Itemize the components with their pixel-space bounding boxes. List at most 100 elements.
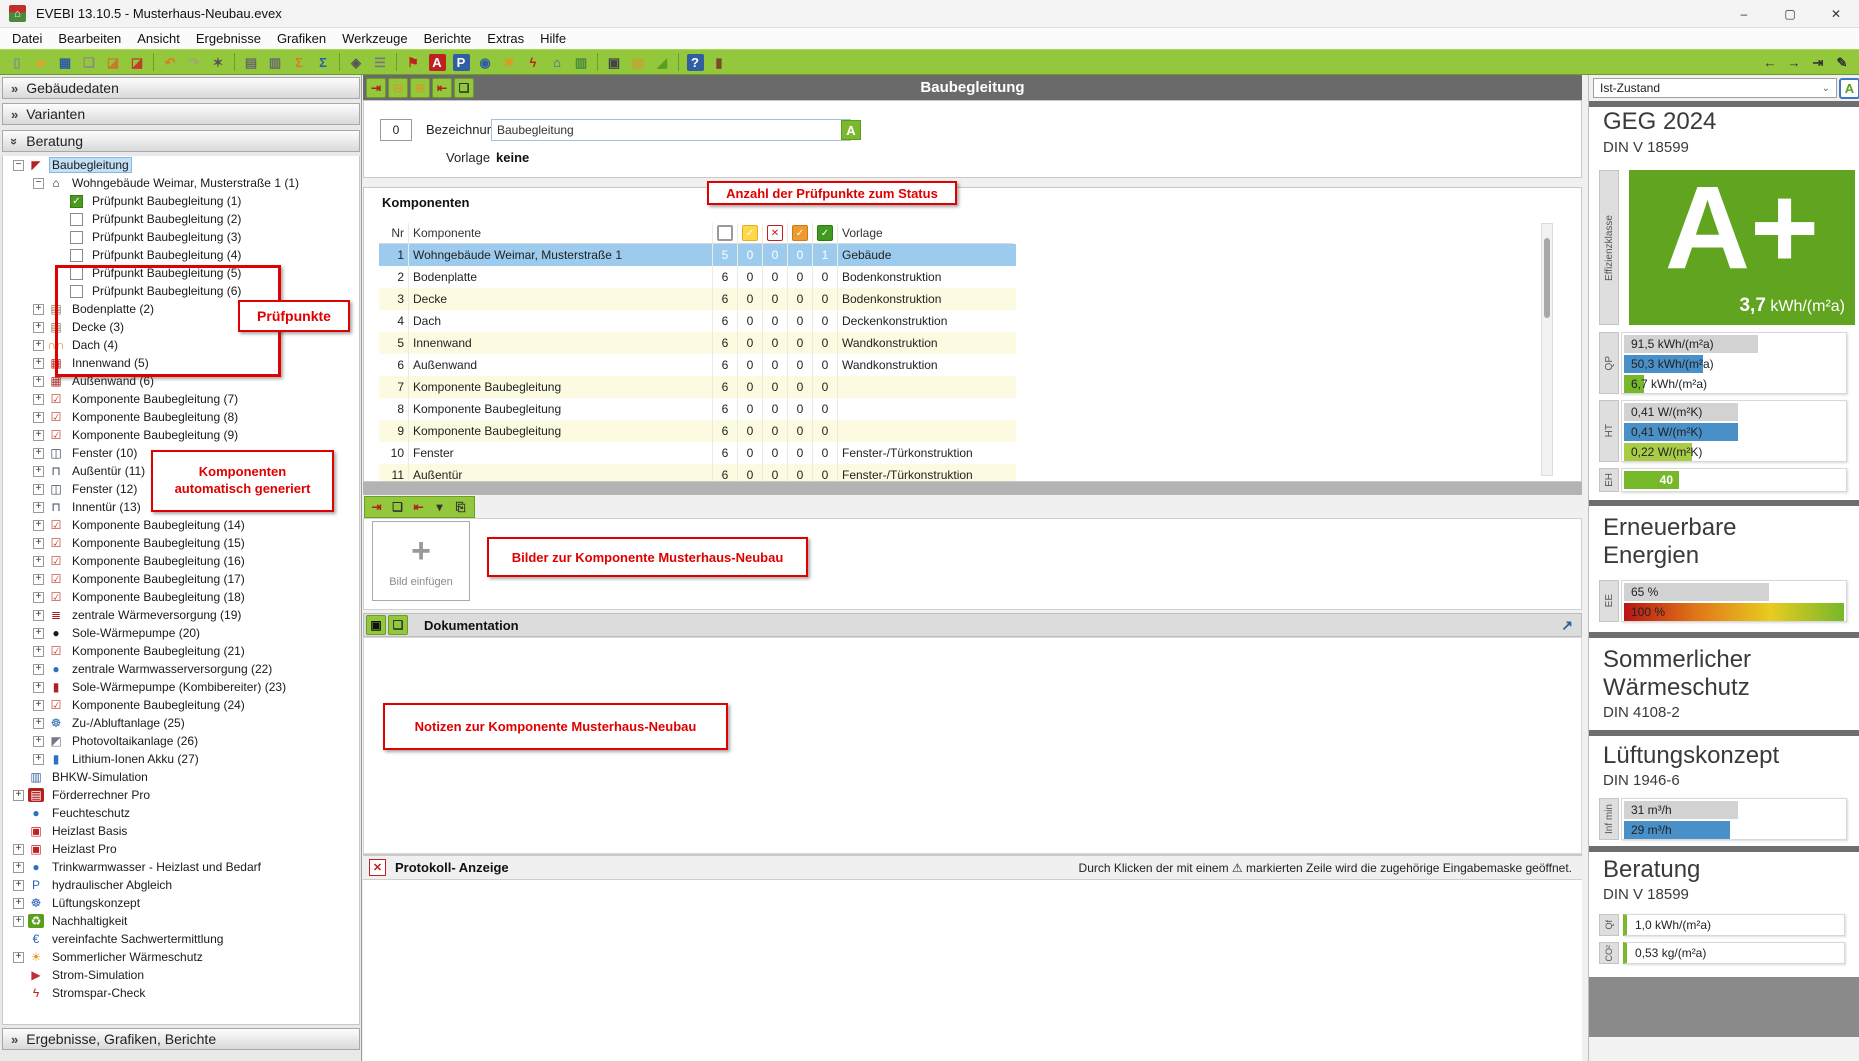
table-scrollbar[interactable] — [1541, 223, 1553, 476]
number-field[interactable]: 0 — [380, 119, 412, 141]
expander-icon[interactable] — [33, 718, 44, 729]
expander-icon[interactable] — [33, 376, 44, 387]
menu-item[interactable]: Ergebnisse — [188, 29, 269, 48]
bezeichnung-input[interactable] — [491, 119, 851, 141]
scrollbar-thumb[interactable] — [1544, 238, 1550, 318]
tree-item[interactable]: ♻ Nachhaltigkeit — [3, 912, 359, 930]
expander-icon[interactable] — [33, 538, 44, 549]
tree-item[interactable]: ▣ Heizlast Pro — [3, 840, 359, 858]
auto-name-button[interactable]: A — [841, 120, 861, 140]
redo-icon[interactable]: ↷ — [183, 51, 205, 73]
insert-component-icon[interactable]: ⇥ — [366, 78, 386, 98]
tree-item[interactable]: ▮ Sole-Wärmepumpe (Kombibereiter) (23) — [3, 678, 359, 696]
export-data-icon[interactable]: ⊟ — [388, 78, 408, 98]
sidebar-section-beratung[interactable]: » Beratung — [2, 130, 360, 152]
wizard-icon[interactable]: ✶ — [207, 51, 229, 73]
expander-icon[interactable] — [33, 484, 44, 495]
tree-item[interactable]: ◤ Baubegleitung — [3, 156, 359, 174]
help-icon[interactable]: ? — [684, 51, 706, 73]
tree-item[interactable]: ● Trinkwarmwasser - Heizlast und Bedarf — [3, 858, 359, 876]
copy-table-icon[interactable]: ❏ — [454, 78, 474, 98]
expander-icon[interactable] — [33, 502, 44, 513]
tree-item[interactable]: ☑ Komponente Baubegleitung (9) — [3, 426, 359, 444]
expander-icon[interactable] — [33, 628, 44, 639]
menu-item[interactable]: Datei — [4, 29, 50, 48]
new-file-icon[interactable]: ▯ — [6, 51, 28, 73]
expander-icon[interactable] — [33, 754, 44, 765]
checkbox[interactable] — [70, 213, 83, 226]
tree-item[interactable]: ▶ Strom-Simulation — [3, 966, 359, 984]
table-row[interactable]: 8 Komponente Baubegleitung 6 0 0 0 0 — [379, 398, 1016, 420]
expander-icon[interactable] — [33, 664, 44, 675]
back-icon[interactable]: ← — [1759, 51, 1781, 73]
tree-item[interactable]: Prüfpunkt Baubegleitung (2) — [3, 210, 359, 228]
expander-icon[interactable] — [33, 592, 44, 603]
paste-in-icon[interactable]: ◪ — [102, 51, 124, 73]
separator[interactable] — [594, 51, 601, 73]
tree-item[interactable]: ☑ Komponente Baubegleitung (8) — [3, 408, 359, 426]
tree-item[interactable]: P hydraulischer Abgleich — [3, 876, 359, 894]
expander-icon[interactable] — [13, 916, 24, 927]
expander-icon[interactable] — [33, 322, 44, 333]
exit-icon[interactable]: ▮ — [708, 51, 730, 73]
status-pending-icon[interactable] — [742, 225, 758, 241]
tree-item[interactable]: Prüfpunkt Baubegleitung (4) — [3, 246, 359, 264]
undo-icon[interactable]: ↶ — [159, 51, 181, 73]
expander-icon[interactable] — [33, 394, 44, 405]
menu-item[interactable]: Werkzeuge — [334, 29, 416, 48]
tree-item[interactable]: ☑ Komponente Baubegleitung (15) — [3, 534, 359, 552]
copy-doc-icon[interactable]: ❏ — [388, 615, 408, 635]
tree-item[interactable]: ☑ Komponente Baubegleitung (16) — [3, 552, 359, 570]
separator[interactable] — [150, 51, 157, 73]
menu-item[interactable]: Ansicht — [129, 29, 188, 48]
tree-item[interactable]: ⌂ Wohngebäude Weimar, Musterstraße 1 (1) — [3, 174, 359, 192]
close-protokoll-icon[interactable]: ✕ — [369, 859, 386, 876]
minimize-button[interactable]: – — [1721, 0, 1767, 27]
statistics-icon[interactable]: ▥ — [570, 51, 592, 73]
table-row[interactable]: 10 Fenster 6 0 0 0 0 Fenster-/Türkonstru… — [379, 442, 1016, 464]
sun-icon[interactable]: ☀ — [498, 51, 520, 73]
chart-green-icon[interactable]: ◢ — [651, 51, 673, 73]
paste-image-icon[interactable]: ❏ — [388, 497, 407, 517]
add-image-placeholder[interactable]: + Bild einfügen — [372, 521, 470, 601]
status-open-icon[interactable] — [717, 225, 733, 241]
separator[interactable] — [336, 51, 343, 73]
separator[interactable] — [675, 51, 682, 73]
expander-icon[interactable] — [33, 178, 44, 189]
table-row[interactable]: 6 Außenwand 6 0 0 0 0 Wandkonstruktion — [379, 354, 1016, 376]
expander-icon[interactable] — [33, 556, 44, 567]
expander-icon[interactable] — [33, 340, 44, 351]
remove-component-icon[interactable]: ⇤ — [432, 78, 452, 98]
expander-icon[interactable] — [33, 574, 44, 585]
expander-icon[interactable] — [13, 880, 24, 891]
checkbox[interactable] — [70, 231, 83, 244]
tree-item[interactable]: ☑ Komponente Baubegleitung (7) — [3, 390, 359, 408]
tree-item[interactable]: ▥ BHKW-Simulation — [3, 768, 359, 786]
expander-icon[interactable] — [13, 952, 24, 963]
menu-item[interactable]: Extras — [479, 29, 532, 48]
expander-icon[interactable] — [33, 610, 44, 621]
sidebar-section-varianten[interactable]: » Varianten — [2, 103, 360, 125]
variant-dropdown[interactable]: Ist-Zustand ⌄ — [1593, 78, 1837, 98]
doc-yellow-icon[interactable]: ▤ — [627, 51, 649, 73]
sum-blue-icon[interactable]: Σ — [312, 51, 334, 73]
table-row[interactable]: 5 Innenwand 6 0 0 0 0 Wandkonstruktion — [379, 332, 1016, 354]
tree-item[interactable]: ☑ Komponente Baubegleitung (17) — [3, 570, 359, 588]
paste-out-icon[interactable]: ◪ — [126, 51, 148, 73]
report-icon[interactable]: ▤ — [240, 51, 262, 73]
tree-item[interactable]: € vereinfachte Sachwertermittlung — [3, 930, 359, 948]
menu-item[interactable]: Berichte — [416, 29, 480, 48]
save-icon[interactable]: ▦ — [54, 51, 76, 73]
variant-a-button[interactable]: A — [1839, 78, 1859, 99]
house-energy-icon[interactable]: ⌂ — [546, 51, 568, 73]
tree-item[interactable]: ● zentrale Warmwasserversorgung (22) — [3, 660, 359, 678]
separator[interactable] — [231, 51, 238, 73]
tree-item[interactable]: ☀ Sommerlicher Wärmeschutz — [3, 948, 359, 966]
close-button[interactable]: ✕ — [1813, 0, 1859, 27]
tree-item[interactable]: ◩ Photovoltaikanlage (26) — [3, 732, 359, 750]
tree-item[interactable]: ☑ Komponente Baubegleitung (24) — [3, 696, 359, 714]
expander-icon[interactable] — [33, 466, 44, 477]
expand-icon[interactable]: ↗ — [1561, 617, 1573, 634]
table-row[interactable]: 7 Komponente Baubegleitung 6 0 0 0 0 — [379, 376, 1016, 398]
tree-item[interactable]: ▮ Lithium-Ionen Akku (27) — [3, 750, 359, 768]
